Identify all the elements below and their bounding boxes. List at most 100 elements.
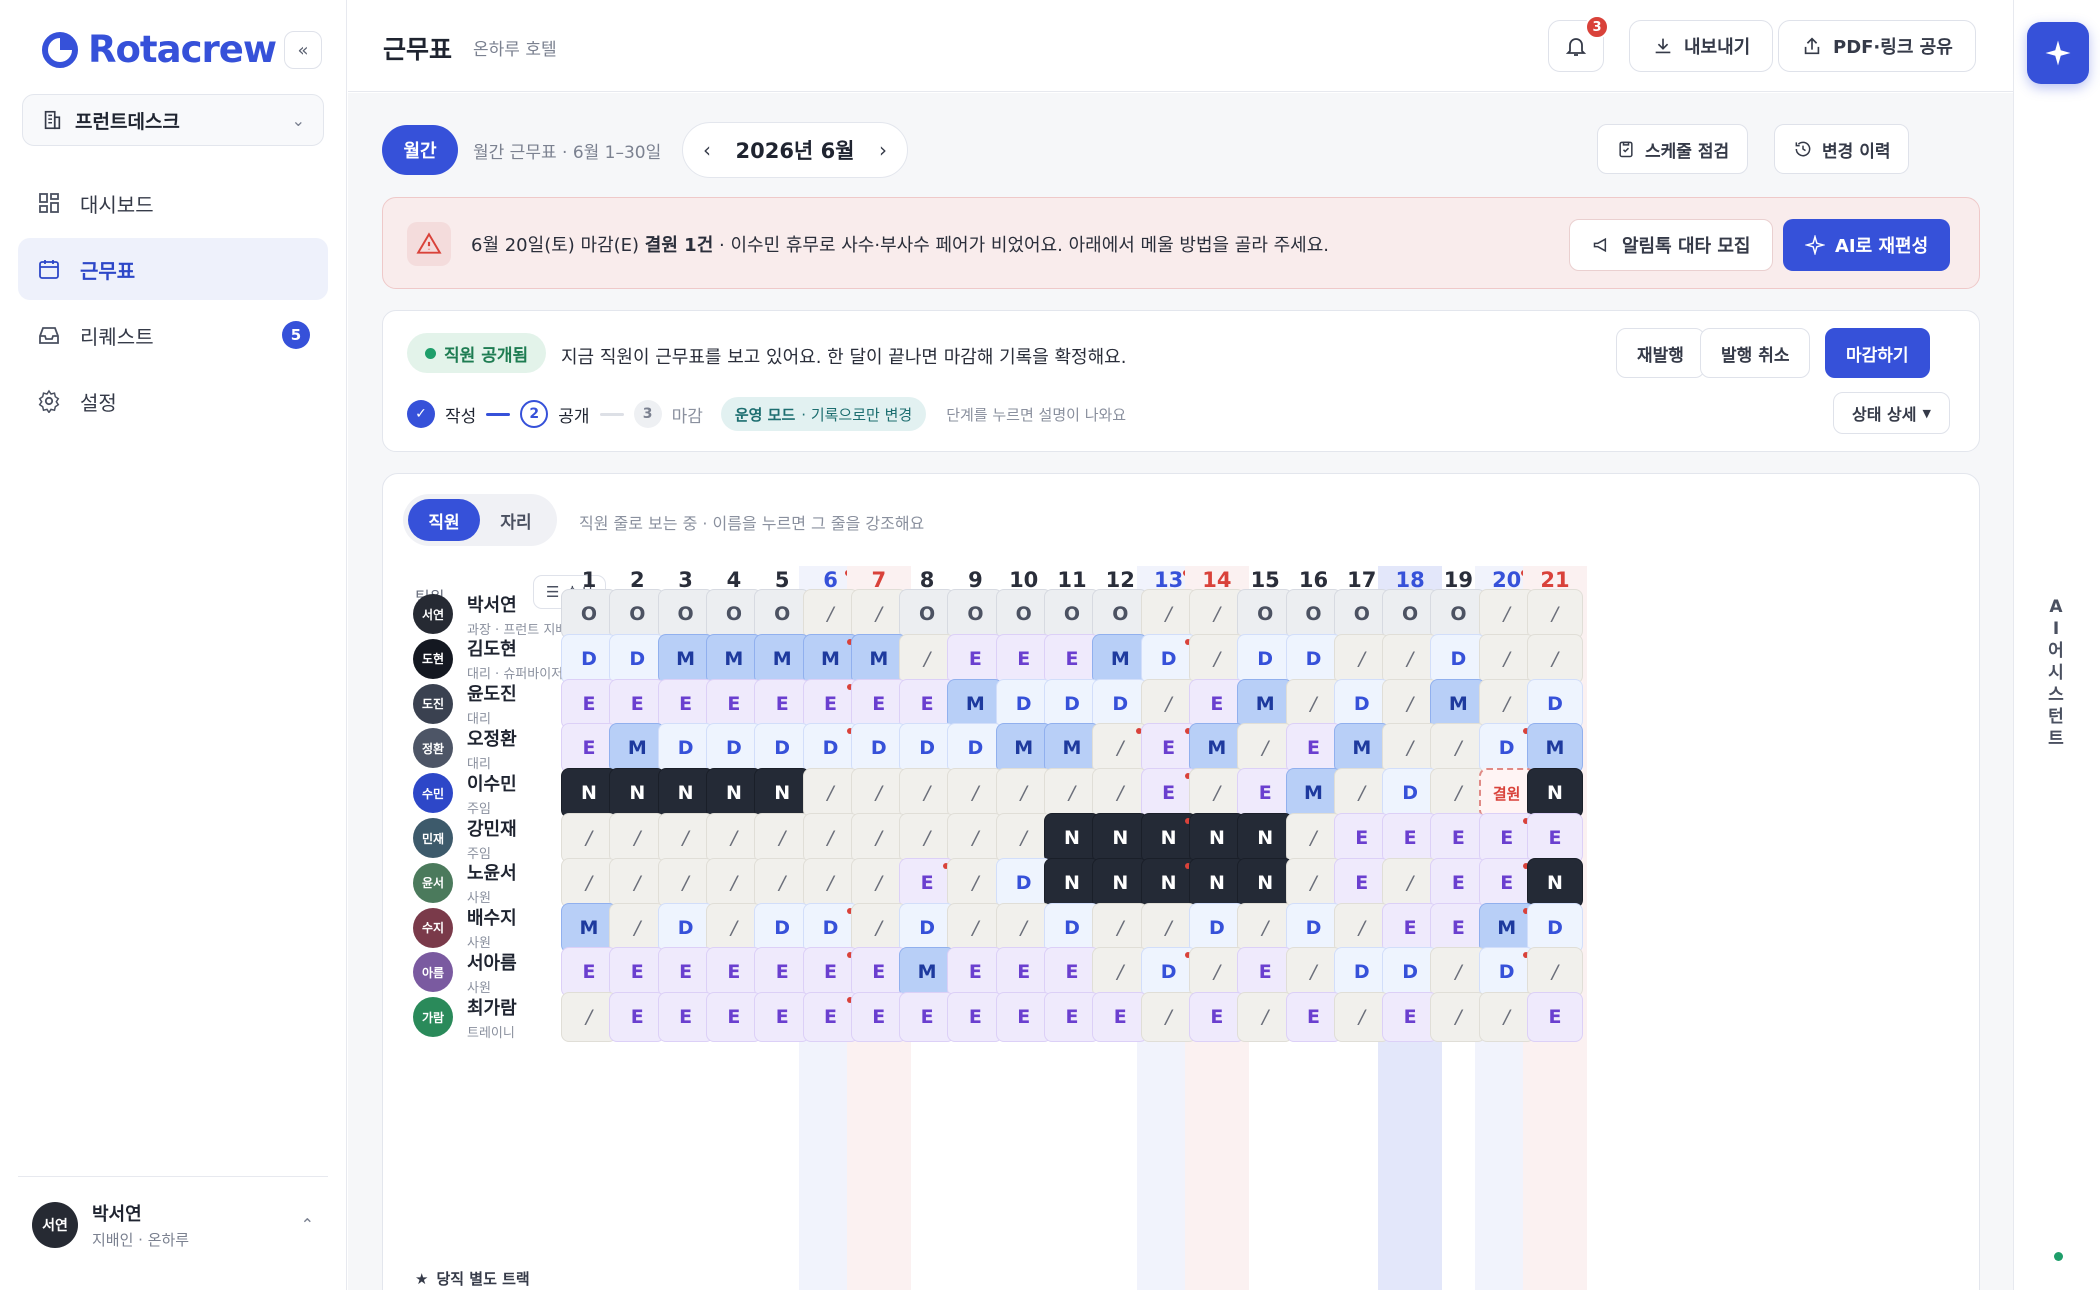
shift-cell[interactable]: E <box>1430 902 1487 953</box>
tab-seat[interactable]: 자리 <box>480 499 552 541</box>
shift-cell[interactable]: / <box>609 857 666 908</box>
ai-assistant-label[interactable]: AI어시스턴트 <box>2044 596 2068 750</box>
shift-cell[interactable]: E <box>754 947 811 998</box>
share-pdf-link-button[interactable]: PDF·링크 공유 <box>1778 20 1976 72</box>
step-draft-label[interactable]: 작성 <box>445 402 476 427</box>
shift-cell[interactable]: E <box>1237 947 1294 998</box>
shift-cell[interactable]: M <box>1430 678 1487 729</box>
shift-cell[interactable]: D <box>754 902 811 953</box>
nav-item-dashboard[interactable]: 대시보드 <box>18 172 328 234</box>
shift-cell[interactable]: E <box>1092 992 1149 1043</box>
shift-cell[interactable]: N <box>754 768 811 819</box>
employee-row-header[interactable]: 민재 강민재 주임 <box>413 813 517 863</box>
team-select[interactable]: 프런트데스크 ⌄ <box>22 94 324 146</box>
employee-row-header[interactable]: 도현 김도현 대리 · 슈퍼바이저 <box>413 634 563 684</box>
shift-cell[interactable]: / <box>1092 947 1149 998</box>
shift-cell[interactable]: / <box>1237 902 1294 953</box>
shift-cell[interactable]: D <box>1430 633 1487 684</box>
recruit-substitute-button[interactable]: 알림톡 대타 모집 <box>1569 219 1774 271</box>
shift-cell[interactable]: / <box>1092 768 1149 819</box>
nav-item-settings[interactable]: 설정 <box>18 370 328 432</box>
shift-cell[interactable]: N <box>1092 857 1149 908</box>
employee-row-header[interactable]: 도진 윤도진 대리 <box>413 679 517 729</box>
republish-button[interactable]: 재발행 <box>1616 328 1705 378</box>
shift-cell[interactable]: E <box>1527 813 1583 863</box>
shift-cell[interactable]: E <box>947 992 1004 1043</box>
shift-cell[interactable]: E <box>947 947 1004 998</box>
step-publish-label[interactable]: 공개 <box>558 402 589 427</box>
shift-cell[interactable]: D <box>1092 678 1149 729</box>
shift-cell[interactable]: / <box>947 768 1004 819</box>
export-button[interactable]: 내보내기 <box>1629 20 1774 72</box>
status-detail-dropdown[interactable]: 상태 상세 ▼ <box>1833 392 1950 434</box>
shift-cell[interactable]: / <box>1092 723 1149 774</box>
shift-cell[interactable]: O <box>609 589 666 639</box>
shift-cell[interactable]: O <box>754 589 811 639</box>
shift-cell[interactable]: / <box>1237 723 1294 774</box>
shift-cell[interactable]: M <box>1527 723 1583 774</box>
view-monthly-button[interactable]: 월간 <box>382 125 458 175</box>
shift-cell[interactable]: / <box>754 857 811 908</box>
step-close-label[interactable]: 마감 <box>672 402 703 427</box>
shift-cell[interactable]: D <box>609 633 666 684</box>
ai-assistant-button[interactable] <box>2027 22 2089 84</box>
shift-cell[interactable]: E <box>609 678 666 729</box>
nav-item-requests[interactable]: 리퀘스트 5 <box>18 304 328 366</box>
shift-cell[interactable]: M <box>1092 633 1149 684</box>
shift-cell[interactable]: / <box>609 813 666 863</box>
shift-cell[interactable]: N <box>1237 857 1294 908</box>
shift-cell[interactable]: / <box>1527 947 1583 998</box>
collapse-sidebar-button[interactable]: « <box>284 31 322 69</box>
change-history-button[interactable]: 변경 이력 <box>1774 124 1910 174</box>
tab-staff[interactable]: 직원 <box>408 499 480 541</box>
employee-row-header[interactable]: 서연 박서연 과장 · 프런트 지배인 <box>413 589 579 639</box>
step-close-number[interactable]: 3 <box>633 400 662 428</box>
shift-cell[interactable]: N <box>1527 857 1583 908</box>
shift-cell[interactable]: D <box>1527 902 1583 953</box>
shift-cell[interactable]: E <box>609 947 666 998</box>
unpublish-button[interactable]: 발행 취소 <box>1700 328 1811 378</box>
shift-cell[interactable]: / <box>609 902 666 953</box>
shift-cell[interactable]: / <box>1430 992 1487 1043</box>
shift-cell[interactable]: N <box>1092 813 1149 863</box>
shift-cell[interactable]: / <box>1430 768 1487 819</box>
employee-row-header[interactable]: 윤서 노윤서 사원 <box>413 858 517 908</box>
shift-cell[interactable]: / <box>754 813 811 863</box>
shift-cell[interactable]: E <box>754 992 811 1043</box>
shift-cell[interactable]: E <box>1237 768 1294 819</box>
schedule-check-button[interactable]: 스케줄 점검 <box>1597 124 1749 174</box>
shift-cell[interactable]: / <box>1430 723 1487 774</box>
prev-month-button[interactable]: ‹ <box>703 138 711 162</box>
shift-cell[interactable]: M <box>754 633 811 684</box>
shift-cell[interactable]: / <box>1430 947 1487 998</box>
next-month-button[interactable]: › <box>879 138 887 162</box>
shift-cell[interactable]: E <box>754 678 811 729</box>
shift-cell[interactable]: / <box>1527 633 1583 684</box>
shift-cell[interactable]: E <box>1527 992 1583 1043</box>
shift-cell[interactable]: O <box>947 589 1004 639</box>
employee-row-header[interactable]: 수지 배수지 사원 <box>413 903 517 953</box>
shift-cell[interactable]: O <box>1430 589 1487 639</box>
shift-cell[interactable]: D <box>1527 678 1583 729</box>
ai-reschedule-button[interactable]: AI로 재편성 <box>1783 219 1951 271</box>
shift-cell[interactable]: E <box>1430 813 1487 863</box>
nav-item-schedule[interactable]: 근무표 <box>18 238 328 300</box>
shift-cell[interactable]: M <box>609 723 666 774</box>
shift-cell[interactable]: O <box>1237 589 1294 639</box>
shift-cell[interactable]: N <box>1237 813 1294 863</box>
shift-cell[interactable]: D <box>1237 633 1294 684</box>
shift-cell[interactable]: E <box>947 633 1004 684</box>
step-done-check-icon[interactable]: ✓ <box>407 400 435 428</box>
app-logo[interactable]: Rotacrew <box>40 28 277 71</box>
employee-row-header[interactable]: 아름 서아름 사원 <box>413 947 517 997</box>
shift-cell[interactable]: D <box>947 723 1004 774</box>
shift-cell[interactable]: / <box>947 902 1004 953</box>
employee-row-header[interactable]: 정환 오정환 대리 <box>413 723 517 773</box>
shift-cell[interactable]: / <box>1527 589 1583 639</box>
user-menu[interactable]: 서연 박서연 지배인 · 온하루 ⌃ <box>18 1176 328 1272</box>
employee-row-header[interactable]: 수민 이수민 주임 <box>413 768 517 818</box>
shift-cell[interactable]: E <box>1430 857 1487 908</box>
shift-cell[interactable]: D <box>754 723 811 774</box>
shift-cell[interactable]: / <box>947 857 1004 908</box>
shift-cell[interactable]: M <box>947 678 1004 729</box>
